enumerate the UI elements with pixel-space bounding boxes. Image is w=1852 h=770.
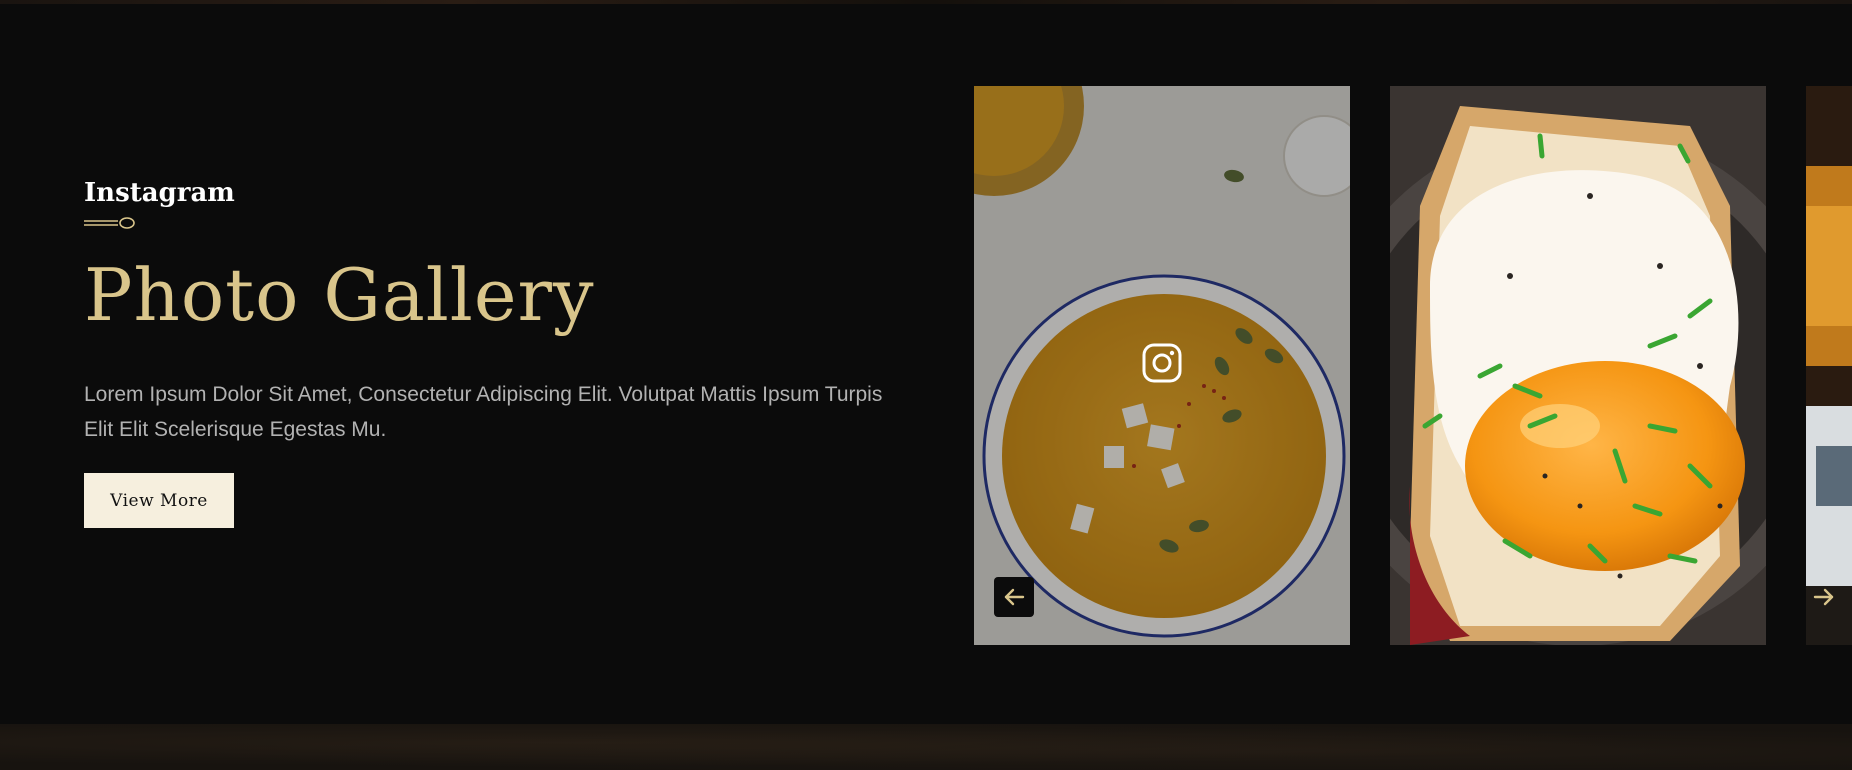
partial-food-photo <box>1806 86 1852 645</box>
arrow-right-icon <box>1813 588 1834 606</box>
carousel-next-button[interactable] <box>1804 577 1844 617</box>
gallery-item-partial[interactable] <box>1806 86 1852 645</box>
carousel-prev-button[interactable] <box>994 577 1034 617</box>
gallery-intro: Instagram Photo Gallery Lorem Ipsum Dolo… <box>84 178 904 529</box>
fried-egg-toast-photo <box>1390 86 1766 645</box>
gallery-item-fried-egg[interactable] <box>1390 86 1766 645</box>
photo-gallery-carousel <box>974 86 1852 645</box>
spoon-icon <box>84 217 135 229</box>
section-eyebrow: Instagram <box>84 178 235 208</box>
view-more-button[interactable]: View More <box>84 473 234 529</box>
arrow-left-icon <box>1004 588 1025 606</box>
gallery-item-soup[interactable] <box>974 86 1350 645</box>
bottom-decorative-strip <box>0 724 1852 770</box>
section-description: Lorem Ipsum Dolor Sit Amet, Consectetur … <box>84 383 883 442</box>
page-title: Photo Gallery <box>84 253 595 337</box>
instagram-icon[interactable] <box>1142 343 1182 383</box>
top-decorative-strip <box>0 0 1852 4</box>
